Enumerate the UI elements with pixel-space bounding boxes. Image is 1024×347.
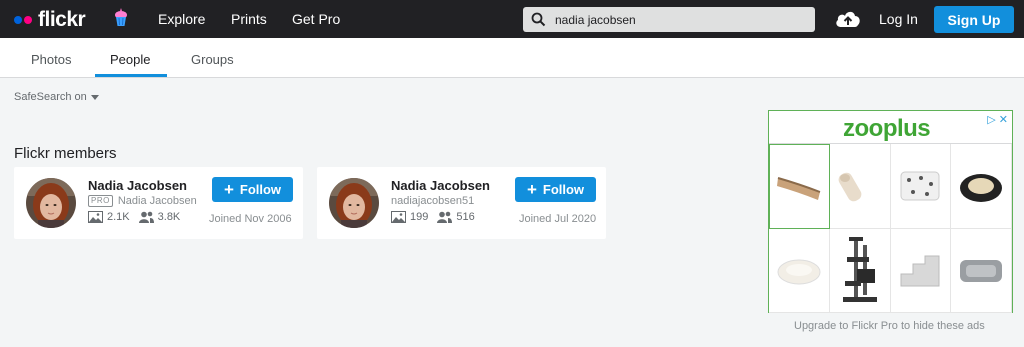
active-tab-indicator bbox=[95, 74, 167, 77]
logo-blue-dot bbox=[14, 16, 22, 24]
tab-groups[interactable]: Groups bbox=[191, 52, 234, 67]
tab-photos[interactable]: Photos bbox=[31, 52, 71, 67]
pro-badge: PRO bbox=[88, 195, 113, 207]
grey-bed-icon bbox=[960, 260, 1003, 283]
cupcake-icon[interactable] bbox=[114, 7, 128, 29]
member-name[interactable]: Nadia Jacobsen bbox=[391, 178, 490, 193]
nav-prints[interactable]: Prints bbox=[231, 11, 267, 27]
cat-tunnel-icon bbox=[838, 172, 861, 202]
search-box[interactable] bbox=[523, 7, 815, 32]
ad-product-blanket[interactable] bbox=[890, 144, 952, 229]
upload-cloud-icon[interactable] bbox=[834, 8, 862, 30]
top-nav-bar: flickr Explore Prints Get Pro Log In Sig… bbox=[0, 0, 1024, 38]
plus-icon: + bbox=[526, 180, 537, 199]
ad-product-scratcher[interactable] bbox=[769, 144, 830, 229]
ad-brand-logo[interactable]: zooplus bbox=[843, 115, 931, 143]
pet-stairs-icon bbox=[900, 255, 940, 287]
cat-scratcher-icon bbox=[777, 177, 821, 201]
blanket-icon bbox=[900, 171, 940, 201]
member-subline: nadiajacobsen51 bbox=[391, 195, 474, 207]
search-input[interactable] bbox=[555, 11, 805, 29]
login-link[interactable]: Log In bbox=[879, 11, 918, 27]
ad-product-tunnel[interactable] bbox=[829, 144, 891, 229]
upgrade-hide-ads-link[interactable]: Upgrade to Flickr Pro to hide these ads bbox=[794, 320, 985, 332]
cushion-icon bbox=[777, 259, 821, 285]
tab-people[interactable]: People bbox=[110, 52, 150, 67]
signup-button[interactable]: Sign Up bbox=[934, 6, 1014, 33]
member-name[interactable]: Nadia Jacobsen bbox=[88, 178, 187, 193]
cat-tree-icon bbox=[842, 237, 877, 303]
advertisement[interactable]: zooplus ▷ ✕ bbox=[768, 110, 1013, 313]
member-stats: 2.1K 3.8K bbox=[88, 211, 189, 223]
ad-choices-icon[interactable]: ▷ ✕ bbox=[987, 113, 1008, 126]
followers-icon bbox=[138, 211, 154, 223]
logo-pink-dot bbox=[24, 16, 32, 24]
member-username: Nadia Jacobsen bbox=[117, 195, 197, 207]
pet-bed-icon bbox=[960, 173, 1003, 202]
ad-product-cat-tree[interactable] bbox=[829, 228, 891, 313]
safesearch-label: SafeSearch on bbox=[14, 91, 87, 103]
photos-icon bbox=[88, 211, 103, 223]
photo-count: 2.1K bbox=[107, 211, 130, 223]
member-subline: PRO Nadia Jacobsen bbox=[88, 195, 197, 207]
safesearch-dropdown[interactable]: SafeSearch on bbox=[14, 91, 99, 103]
follow-label: Follow bbox=[542, 182, 585, 197]
ad-product-round-bed[interactable] bbox=[951, 144, 1012, 229]
nav-explore[interactable]: Explore bbox=[158, 11, 205, 27]
photo-count: 199 bbox=[410, 211, 429, 223]
member-card: Nadia Jacobsen PRO Nadia Jacobsen 2.1K 3… bbox=[14, 167, 303, 239]
search-tabs: Photos People Groups bbox=[0, 38, 1024, 78]
search-icon[interactable] bbox=[531, 12, 546, 27]
plus-icon: + bbox=[223, 180, 234, 199]
flickr-logo[interactable]: flickr bbox=[14, 8, 86, 32]
joined-date: Joined Jul 2020 bbox=[519, 213, 597, 225]
ad-product-pet-stairs[interactable] bbox=[890, 228, 952, 313]
follow-button[interactable]: + Follow bbox=[515, 177, 596, 202]
ad-product-grid bbox=[769, 143, 1012, 313]
avatar[interactable] bbox=[26, 178, 76, 228]
member-stats: 199 516 bbox=[391, 211, 484, 223]
member-username: nadiajacobsen51 bbox=[391, 195, 475, 207]
section-title: Flickr members bbox=[14, 145, 117, 162]
joined-date: Joined Nov 2006 bbox=[209, 213, 292, 225]
follow-label: Follow bbox=[239, 182, 282, 197]
nav-get-pro[interactable]: Get Pro bbox=[292, 11, 340, 27]
avatar[interactable] bbox=[329, 178, 379, 228]
follow-button[interactable]: + Follow bbox=[212, 177, 293, 202]
logo-text: flickr bbox=[38, 8, 86, 31]
follower-count: 3.8K bbox=[157, 211, 181, 223]
ad-product-cushion[interactable] bbox=[769, 228, 830, 313]
ad-product-grey-bed[interactable] bbox=[951, 228, 1012, 313]
photos-icon bbox=[391, 211, 406, 223]
follower-count: 516 bbox=[456, 211, 475, 223]
followers-icon bbox=[437, 211, 453, 223]
member-card: Nadia Jacobsen nadiajacobsen51 199 516 +… bbox=[317, 167, 606, 239]
chevron-down-icon bbox=[90, 94, 99, 100]
